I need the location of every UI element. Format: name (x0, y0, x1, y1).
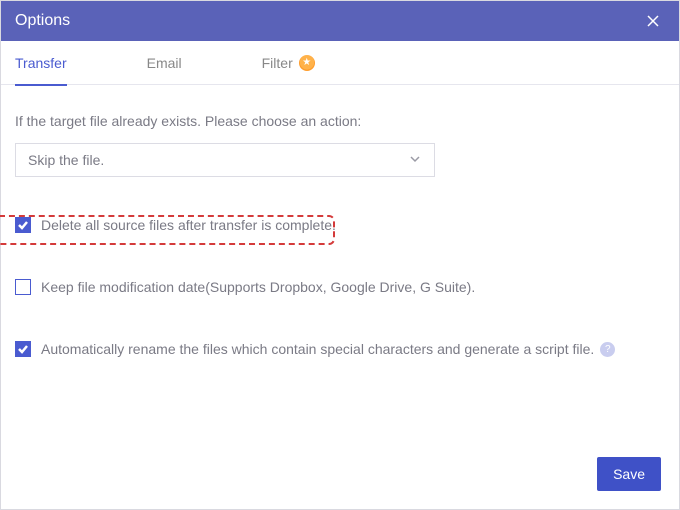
tab-email[interactable]: Email (147, 41, 182, 85)
option-label: Keep file modification date(Supports Dro… (41, 279, 475, 295)
select-value: Skip the file. (28, 152, 104, 168)
options-dialog: Options Transfer Email Filter ★ If the t… (0, 0, 680, 510)
existing-file-action-select[interactable]: Skip the file. (15, 143, 435, 177)
star-icon: ★ (299, 55, 315, 71)
tab-filter[interactable]: Filter ★ (262, 41, 315, 85)
option-label: Delete all source files after transfer i… (41, 217, 336, 233)
tab-transfer[interactable]: Transfer (15, 41, 67, 85)
tab-label: Transfer (15, 55, 67, 71)
option-delete-source[interactable]: Delete all source files after transfer i… (15, 217, 665, 233)
help-icon[interactable]: ? (600, 342, 615, 357)
option-label: Automatically rename the files which con… (41, 341, 594, 357)
dialog-title: Options (15, 12, 70, 30)
tab-label: Filter (262, 55, 293, 71)
tab-content: If the target file already exists. Pleas… (1, 85, 679, 443)
checkbox-delete-source[interactable] (15, 217, 31, 233)
action-prompt: If the target file already exists. Pleas… (15, 113, 665, 129)
chevron-down-icon (408, 152, 422, 169)
checkbox-keep-mod-date[interactable] (15, 279, 31, 295)
close-icon[interactable] (641, 9, 665, 33)
option-auto-rename[interactable]: Automatically rename the files which con… (15, 341, 665, 357)
option-keep-mod-date[interactable]: Keep file modification date(Supports Dro… (15, 279, 665, 295)
titlebar: Options (1, 1, 679, 41)
checkbox-auto-rename[interactable] (15, 341, 31, 357)
save-button[interactable]: Save (597, 457, 661, 491)
tab-bar: Transfer Email Filter ★ (1, 41, 679, 85)
tab-label: Email (147, 55, 182, 71)
dialog-footer: Save (1, 443, 679, 509)
